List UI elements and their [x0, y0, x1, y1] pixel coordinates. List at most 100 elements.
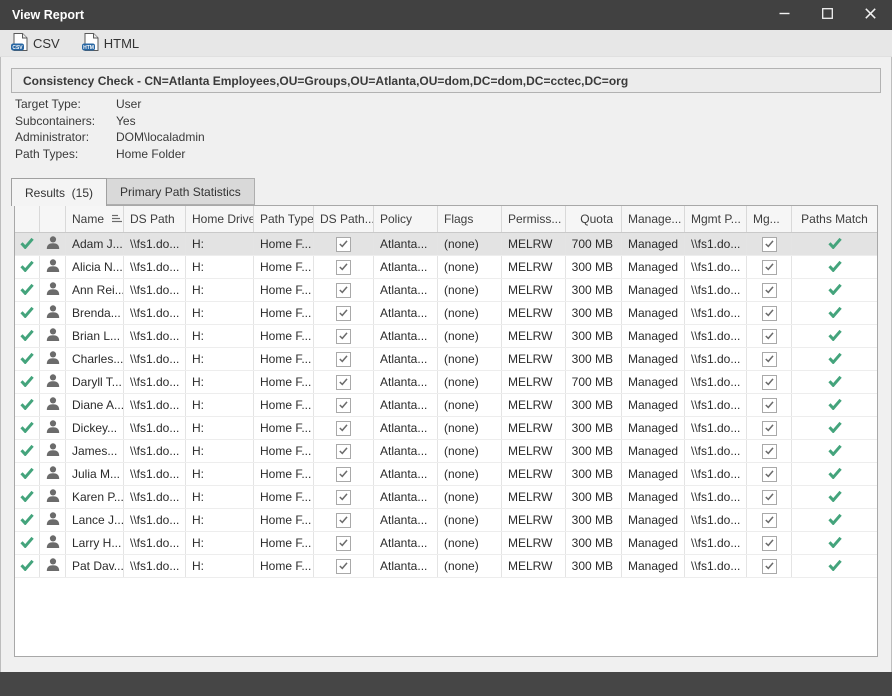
column-header-ds-path-check[interactable]: DS Path...: [314, 206, 374, 232]
table-row[interactable]: Julia M...\\fs1.do...H:Home F...Atlanta.…: [15, 463, 877, 486]
ds-path-checkbox[interactable]: [314, 532, 374, 554]
table-row[interactable]: Diane A...\\fs1.do...H:Home F...Atlanta.…: [15, 394, 877, 417]
column-header-managed[interactable]: Manage...: [622, 206, 685, 232]
policy-cell: Atlanta...: [374, 509, 438, 531]
table-row[interactable]: Dickey...\\fs1.do...H:Home F...Atlanta..…: [15, 417, 877, 440]
ds-path-checkbox[interactable]: [314, 302, 374, 324]
ds-path-checkbox[interactable]: [314, 348, 374, 370]
mg-checkbox[interactable]: [747, 509, 792, 531]
column-header-ds-path[interactable]: DS Path: [124, 206, 186, 232]
mg-checkbox[interactable]: [747, 486, 792, 508]
column-header-path-type[interactable]: Path Type: [254, 206, 314, 232]
table-row[interactable]: James...\\fs1.do...H:Home F...Atlanta...…: [15, 440, 877, 463]
column-header-flags[interactable]: Flags: [438, 206, 502, 232]
policy-cell: Atlanta...: [374, 348, 438, 370]
path-type-cell: Home F...: [254, 440, 314, 462]
column-header-mgmt-path[interactable]: Mgmt P...: [685, 206, 747, 232]
table-row[interactable]: Karen P...\\fs1.do...H:Home F...Atlanta.…: [15, 486, 877, 509]
mg-checkbox[interactable]: [747, 325, 792, 347]
name-cell: Pat Dav...: [66, 555, 124, 577]
ds-path-checkbox[interactable]: [314, 509, 374, 531]
mg-checkbox[interactable]: [747, 348, 792, 370]
mg-checkbox[interactable]: [747, 233, 792, 255]
name-cell: Dickey...: [66, 417, 124, 439]
table-row[interactable]: Alicia N...\\fs1.do...H:Home F...Atlanta…: [15, 256, 877, 279]
column-header-home-drive[interactable]: Home Drive: [186, 206, 254, 232]
mg-checkbox[interactable]: [747, 256, 792, 278]
table-row[interactable]: Ann Rei...\\fs1.do...H:Home F...Atlanta.…: [15, 279, 877, 302]
ds-path-checkbox[interactable]: [314, 371, 374, 393]
mg-checkbox[interactable]: [747, 417, 792, 439]
permissions-cell: MELRW: [502, 555, 566, 577]
managed-cell: Managed: [622, 532, 685, 554]
object-type-cell: [40, 256, 66, 278]
maximize-button[interactable]: [806, 0, 849, 30]
name-cell: Lance J...: [66, 509, 124, 531]
mg-checkbox[interactable]: [747, 394, 792, 416]
column-header-quota[interactable]: Quota: [566, 206, 622, 232]
tab-primary-path-statistics[interactable]: Primary Path Statistics: [107, 178, 255, 205]
home-drive-cell: H:: [186, 302, 254, 324]
mg-checkbox[interactable]: [747, 555, 792, 577]
permissions-cell: MELRW: [502, 348, 566, 370]
table-row[interactable]: Pat Dav...\\fs1.do...H:Home F...Atlanta.…: [15, 555, 877, 578]
name-cell: Brian L...: [66, 325, 124, 347]
ds-path-checkbox[interactable]: [314, 394, 374, 416]
column-header-policy[interactable]: Policy: [374, 206, 438, 232]
column-header-paths-match[interactable]: Paths Match: [792, 206, 877, 232]
checkbox-icon: [336, 536, 351, 551]
table-row[interactable]: Lance J...\\fs1.do...H:Home F...Atlanta.…: [15, 509, 877, 532]
column-header-mg[interactable]: Mg...: [747, 206, 792, 232]
paths-match-check-icon: [828, 260, 842, 275]
mg-checkbox[interactable]: [747, 371, 792, 393]
ds-path-cell: \\fs1.do...: [124, 394, 186, 416]
mg-checkbox[interactable]: [747, 279, 792, 301]
ds-path-checkbox[interactable]: [314, 440, 374, 462]
name-cell: Karen P...: [66, 486, 124, 508]
ds-path-checkbox[interactable]: [314, 486, 374, 508]
row-status-cell: [15, 555, 40, 577]
close-icon: [865, 8, 876, 22]
ds-path-checkbox[interactable]: [314, 417, 374, 439]
close-button[interactable]: [849, 0, 892, 30]
export-html-button[interactable]: HTM HTML: [79, 32, 142, 55]
column-header-status[interactable]: [15, 206, 40, 232]
mg-checkbox[interactable]: [747, 302, 792, 324]
status-check-icon: [20, 283, 34, 298]
ds-path-checkbox[interactable]: [314, 256, 374, 278]
mg-checkbox[interactable]: [747, 463, 792, 485]
quota-cell: 700 MB: [566, 233, 622, 255]
paths-match-cell: [792, 371, 877, 393]
object-type-cell: [40, 532, 66, 554]
mg-checkbox[interactable]: [747, 440, 792, 462]
table-row[interactable]: Larry H...\\fs1.do...H:Home F...Atlanta.…: [15, 532, 877, 555]
ds-path-checkbox[interactable]: [314, 233, 374, 255]
column-header-object-type[interactable]: [40, 206, 66, 232]
field-path-types: Path Types: Home Folder: [15, 146, 205, 163]
table-row[interactable]: Adam J...\\fs1.do...H:Home F...Atlanta..…: [15, 233, 877, 256]
tab-results[interactable]: Results (15): [11, 178, 107, 206]
export-csv-button[interactable]: CSV CSV: [8, 32, 63, 55]
table-row[interactable]: Brenda...\\fs1.do...H:Home F...Atlanta..…: [15, 302, 877, 325]
mgmt-path-cell: \\fs1.do...: [685, 371, 747, 393]
table-row[interactable]: Brian L...\\fs1.do...H:Home F...Atlanta.…: [15, 325, 877, 348]
table-row[interactable]: Charles...\\fs1.do...H:Home F...Atlanta.…: [15, 348, 877, 371]
paths-match-check-icon: [828, 536, 842, 551]
minimize-button[interactable]: [763, 0, 806, 30]
mg-checkbox[interactable]: [747, 532, 792, 554]
permissions-cell: MELRW: [502, 256, 566, 278]
managed-cell: Managed: [622, 302, 685, 324]
ds-path-checkbox[interactable]: [314, 463, 374, 485]
status-check-icon: [20, 421, 34, 436]
column-header-permissions[interactable]: Permiss...: [502, 206, 566, 232]
policy-cell: Atlanta...: [374, 279, 438, 301]
column-header-name[interactable]: Name: [66, 206, 124, 232]
ds-path-checkbox[interactable]: [314, 325, 374, 347]
table-row[interactable]: Daryll T...\\fs1.do...H:Home F...Atlanta…: [15, 371, 877, 394]
mgmt-path-cell: \\fs1.do...: [685, 233, 747, 255]
checkbox-icon: [762, 444, 777, 459]
row-status-cell: [15, 486, 40, 508]
ds-path-checkbox[interactable]: [314, 279, 374, 301]
ds-path-checkbox[interactable]: [314, 555, 374, 577]
path-type-cell: Home F...: [254, 302, 314, 324]
